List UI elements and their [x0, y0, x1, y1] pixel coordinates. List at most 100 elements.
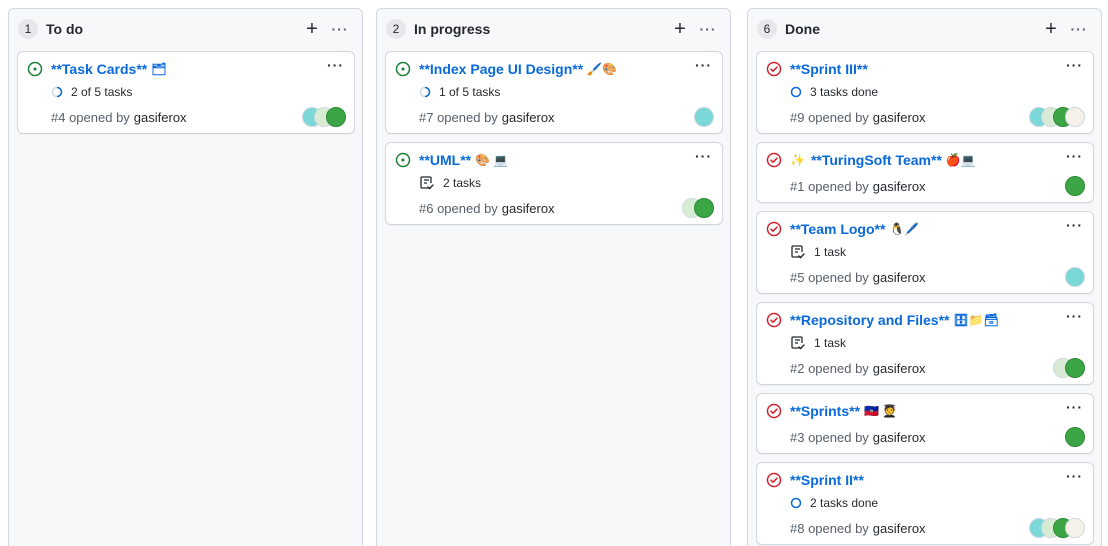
- card-title-link[interactable]: **Sprint III**: [790, 61, 868, 77]
- issue-open-icon: [27, 61, 43, 77]
- author-link[interactable]: gasiferox: [873, 521, 926, 536]
- card-title-row: **Task Cards** 🗂: [51, 60, 344, 78]
- title-emoji: 🗂: [151, 62, 167, 76]
- card-title-row: **Repository and Files** 🗄📁🗃: [790, 311, 1083, 329]
- title-emoji: 🖌️🎨: [587, 62, 618, 76]
- issue-card[interactable]: ✨ **TuringSoft Team** 🍎💻 ··· #1 opened by gas…: [756, 142, 1094, 203]
- task-progress: 1 of 5 tasks: [419, 84, 712, 100]
- card-menu-button[interactable]: ···: [1066, 217, 1083, 233]
- column-2: 6 Done + ··· **Sprint III** ··· 3 tasks done #9…: [747, 8, 1102, 546]
- column-header: 6 Done + ···: [748, 9, 1101, 49]
- avatar[interactable]: [1065, 518, 1085, 538]
- card-menu-button[interactable]: ···: [695, 57, 712, 73]
- opened-text: #1 opened by: [790, 178, 869, 194]
- author-link[interactable]: gasiferox: [873, 270, 926, 285]
- opened-text: #8 opened by: [790, 520, 869, 536]
- issue-open-icon: [395, 152, 411, 168]
- column-header: 1 To do + ···: [9, 9, 362, 49]
- card-title-link[interactable]: **Task Cards**: [51, 61, 147, 77]
- column-menu-button[interactable]: ···: [694, 15, 722, 43]
- progress-icon: [790, 497, 806, 509]
- title-emoji: 🍎💻: [945, 153, 976, 167]
- avatar[interactable]: [1065, 176, 1085, 196]
- author-link[interactable]: gasiferox: [873, 361, 926, 376]
- author-link[interactable]: gasiferox: [502, 201, 555, 216]
- issue-closed-icon: [766, 312, 782, 328]
- task-progress: 1 task: [790, 244, 1083, 260]
- author-link[interactable]: gasiferox: [134, 110, 187, 125]
- issue-closed-icon: [766, 61, 782, 77]
- add-card-button[interactable]: +: [298, 15, 326, 43]
- card-menu-button[interactable]: ···: [327, 57, 344, 73]
- author-link[interactable]: gasiferox: [873, 179, 926, 194]
- issue-card[interactable]: **UML** 🎨 💻 ··· 2 tasks #6 opened by gasifero…: [385, 142, 723, 225]
- task-count: 2 of 5 tasks: [71, 85, 133, 99]
- issue-card[interactable]: **Team Logo** 🐧🖊️ ··· 1 task #5 opened by gas…: [756, 211, 1094, 294]
- card-list: **Index Page UI Design** 🖌️🎨 ··· 1 of 5 tas…: [377, 49, 730, 225]
- card-title-link[interactable]: **Sprint II**: [790, 472, 864, 488]
- column-menu-button[interactable]: ···: [1065, 15, 1093, 43]
- card-title-link[interactable]: **Team Logo**: [790, 221, 885, 237]
- issue-card[interactable]: **Repository and Files** 🗄📁🗃 ··· 1 task #2 o…: [756, 302, 1094, 385]
- opened-text: #7 opened by: [419, 109, 498, 125]
- card-title-link[interactable]: **TuringSoft Team**: [811, 152, 942, 168]
- card-menu-button[interactable]: ···: [1066, 468, 1083, 484]
- progress-icon: [790, 86, 806, 98]
- issue-card[interactable]: **Index Page UI Design** 🖌️🎨 ··· 1 of 5 tas…: [385, 51, 723, 134]
- card-menu-button[interactable]: ···: [1066, 399, 1083, 415]
- task-count: 1 of 5 tasks: [439, 85, 501, 99]
- task-count: 1 task: [814, 245, 847, 259]
- checklist-icon: [790, 244, 810, 260]
- card-title-link[interactable]: **Index Page UI Design**: [419, 61, 583, 77]
- author-link[interactable]: gasiferox: [873, 430, 926, 445]
- assignee-avatars: [1053, 358, 1085, 378]
- column-0: 1 To do + ··· **Task Cards** 🗂 ··· 2 of 5 tasks…: [8, 8, 363, 546]
- card-menu-button[interactable]: ···: [695, 148, 712, 164]
- column-count: 6: [757, 19, 777, 39]
- column-count: 1: [18, 19, 38, 39]
- card-title-row: **Index Page UI Design** 🖌️🎨: [419, 60, 712, 78]
- opened-text: #5 opened by: [790, 269, 869, 285]
- avatar[interactable]: [694, 107, 714, 127]
- card-title-row: **UML** 🎨 💻: [419, 151, 712, 169]
- card-meta: #4 opened by gasiferox: [51, 107, 346, 127]
- card-meta: #7 opened by gasiferox: [419, 107, 714, 127]
- card-title-link[interactable]: **Sprints**: [790, 403, 860, 419]
- avatar[interactable]: [694, 198, 714, 218]
- author-link[interactable]: gasiferox: [873, 110, 926, 125]
- avatar[interactable]: [1065, 267, 1085, 287]
- add-card-button[interactable]: +: [1037, 15, 1065, 43]
- card-title-row: **Sprint III**: [790, 60, 1083, 78]
- card-menu-button[interactable]: ···: [1066, 148, 1083, 164]
- opened-text: #6 opened by: [419, 200, 498, 216]
- title-lead-emoji: ✨: [790, 153, 805, 167]
- card-meta: #5 opened by gasiferox: [790, 267, 1085, 287]
- card-title-link[interactable]: **UML**: [419, 152, 471, 168]
- assignee-avatars: [1029, 107, 1085, 127]
- avatar[interactable]: [1065, 427, 1085, 447]
- column-menu-button[interactable]: ···: [326, 15, 354, 43]
- card-title-row: **Sprint II**: [790, 471, 1083, 489]
- issue-card[interactable]: **Task Cards** 🗂 ··· 2 of 5 tasks #4 opened …: [17, 51, 355, 134]
- card-menu-button[interactable]: ···: [1066, 308, 1083, 324]
- card-meta: #9 opened by gasiferox: [790, 107, 1085, 127]
- assignee-avatars: [1065, 176, 1085, 196]
- checklist-icon: [419, 175, 439, 191]
- card-menu-button[interactable]: ···: [1066, 57, 1083, 73]
- card-title-link[interactable]: **Repository and Files**: [790, 312, 950, 328]
- issue-card[interactable]: **Sprints** 🇭🇹 🧑‍🎓 ··· #3 opened by gasifero…: [756, 393, 1094, 454]
- task-count: 2 tasks done: [810, 496, 879, 510]
- issue-closed-icon: [766, 152, 782, 168]
- assignee-avatars: [302, 107, 346, 127]
- progress-icon: [419, 86, 435, 98]
- avatar[interactable]: [1065, 107, 1085, 127]
- issue-card[interactable]: **Sprint II** ··· 2 tasks done #8 opened by…: [756, 462, 1094, 545]
- card-title-row: **Team Logo** 🐧🖊️: [790, 220, 1083, 238]
- title-emoji: 🇭🇹 🧑‍🎓: [864, 404, 898, 418]
- issue-card[interactable]: **Sprint III** ··· 3 tasks done #9 opened b…: [756, 51, 1094, 134]
- add-card-button[interactable]: +: [666, 15, 694, 43]
- avatar[interactable]: [1065, 358, 1085, 378]
- avatar[interactable]: [326, 107, 346, 127]
- author-link[interactable]: gasiferox: [502, 110, 555, 125]
- task-progress: 1 task: [790, 335, 1083, 351]
